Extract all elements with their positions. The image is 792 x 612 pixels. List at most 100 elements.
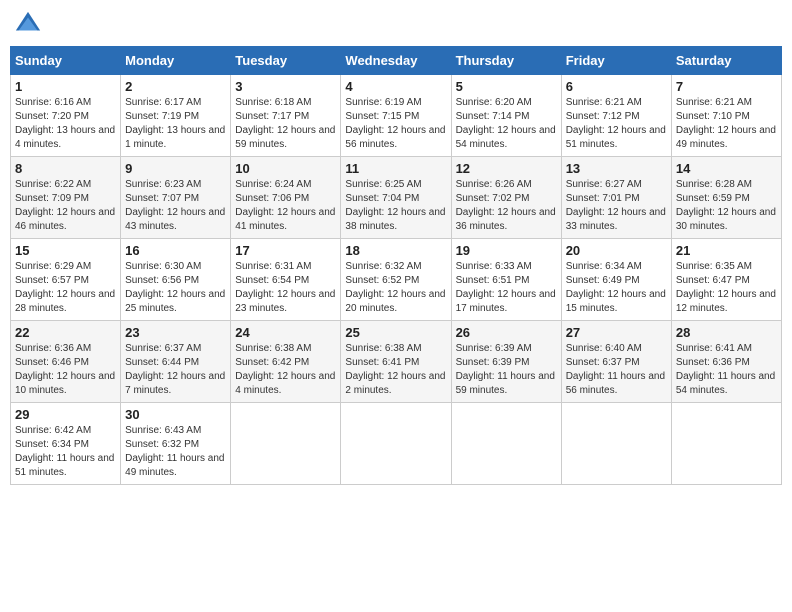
day-info: Sunrise: 6:42 AM Sunset: 6:34 PM Dayligh… <box>15 424 116 480</box>
daylight: Daylight: 12 hours and 56 minutes. <box>345 125 445 150</box>
sunrise: Sunrise: 6:35 AM <box>676 261 752 272</box>
day-number: 3 <box>235 79 336 94</box>
sunrise: Sunrise: 6:20 AM <box>456 97 532 108</box>
sunset: Sunset: 7:15 PM <box>345 111 419 122</box>
sunset: Sunset: 6:44 PM <box>125 357 199 368</box>
sunset: Sunset: 6:39 PM <box>456 357 530 368</box>
calendar-header-row: SundayMondayTuesdayWednesdayThursdayFrid… <box>11 47 782 75</box>
header-sunday: Sunday <box>11 47 121 75</box>
calendar-cell: 7 Sunrise: 6:21 AM Sunset: 7:10 PM Dayli… <box>671 75 781 157</box>
day-info: Sunrise: 6:27 AM Sunset: 7:01 PM Dayligh… <box>566 178 667 234</box>
sunset: Sunset: 7:04 PM <box>345 193 419 204</box>
calendar-cell: 25 Sunrise: 6:38 AM Sunset: 6:41 PM Dayl… <box>341 321 451 403</box>
daylight: Daylight: 12 hours and 46 minutes. <box>15 207 115 232</box>
sunrise: Sunrise: 6:33 AM <box>456 261 532 272</box>
calendar-table: SundayMondayTuesdayWednesdayThursdayFrid… <box>10 46 782 485</box>
sunrise: Sunrise: 6:34 AM <box>566 261 642 272</box>
day-info: Sunrise: 6:16 AM Sunset: 7:20 PM Dayligh… <box>15 96 116 152</box>
daylight: Daylight: 11 hours and 49 minutes. <box>125 453 224 478</box>
day-info: Sunrise: 6:28 AM Sunset: 6:59 PM Dayligh… <box>676 178 777 234</box>
sunrise: Sunrise: 6:17 AM <box>125 97 201 108</box>
day-number: 10 <box>235 161 336 176</box>
daylight: Daylight: 11 hours and 59 minutes. <box>456 371 555 396</box>
calendar-cell: 10 Sunrise: 6:24 AM Sunset: 7:06 PM Dayl… <box>231 157 341 239</box>
calendar-cell: 20 Sunrise: 6:34 AM Sunset: 6:49 PM Dayl… <box>561 239 671 321</box>
calendar-cell: 24 Sunrise: 6:38 AM Sunset: 6:42 PM Dayl… <box>231 321 341 403</box>
sunset: Sunset: 6:36 PM <box>676 357 750 368</box>
daylight: Daylight: 12 hours and 54 minutes. <box>456 125 556 150</box>
day-info: Sunrise: 6:22 AM Sunset: 7:09 PM Dayligh… <box>15 178 116 234</box>
day-info: Sunrise: 6:35 AM Sunset: 6:47 PM Dayligh… <box>676 260 777 316</box>
daylight: Daylight: 11 hours and 56 minutes. <box>566 371 665 396</box>
sunrise: Sunrise: 6:29 AM <box>15 261 91 272</box>
daylight: Daylight: 12 hours and 43 minutes. <box>125 207 225 232</box>
sunset: Sunset: 6:46 PM <box>15 357 89 368</box>
daylight: Daylight: 12 hours and 2 minutes. <box>345 371 445 396</box>
day-info: Sunrise: 6:18 AM Sunset: 7:17 PM Dayligh… <box>235 96 336 152</box>
sunset: Sunset: 7:12 PM <box>566 111 640 122</box>
day-number: 14 <box>676 161 777 176</box>
sunrise: Sunrise: 6:22 AM <box>15 179 91 190</box>
day-info: Sunrise: 6:24 AM Sunset: 7:06 PM Dayligh… <box>235 178 336 234</box>
day-number: 4 <box>345 79 446 94</box>
sunrise: Sunrise: 6:21 AM <box>676 97 752 108</box>
day-number: 30 <box>125 407 226 422</box>
daylight: Daylight: 12 hours and 41 minutes. <box>235 207 335 232</box>
sunset: Sunset: 7:10 PM <box>676 111 750 122</box>
day-info: Sunrise: 6:20 AM Sunset: 7:14 PM Dayligh… <box>456 96 557 152</box>
day-info: Sunrise: 6:25 AM Sunset: 7:04 PM Dayligh… <box>345 178 446 234</box>
sunrise: Sunrise: 6:26 AM <box>456 179 532 190</box>
day-info: Sunrise: 6:23 AM Sunset: 7:07 PM Dayligh… <box>125 178 226 234</box>
day-info: Sunrise: 6:37 AM Sunset: 6:44 PM Dayligh… <box>125 342 226 398</box>
calendar-week-1: 8 Sunrise: 6:22 AM Sunset: 7:09 PM Dayli… <box>11 157 782 239</box>
calendar-cell: 26 Sunrise: 6:39 AM Sunset: 6:39 PM Dayl… <box>451 321 561 403</box>
daylight: Daylight: 12 hours and 33 minutes. <box>566 207 666 232</box>
header-friday: Friday <box>561 47 671 75</box>
sunrise: Sunrise: 6:28 AM <box>676 179 752 190</box>
day-info: Sunrise: 6:40 AM Sunset: 6:37 PM Dayligh… <box>566 342 667 398</box>
day-number: 13 <box>566 161 667 176</box>
calendar-week-4: 29 Sunrise: 6:42 AM Sunset: 6:34 PM Dayl… <box>11 403 782 485</box>
sunrise: Sunrise: 6:37 AM <box>125 343 201 354</box>
sunset: Sunset: 6:51 PM <box>456 275 530 286</box>
daylight: Daylight: 12 hours and 20 minutes. <box>345 289 445 314</box>
daylight: Daylight: 11 hours and 51 minutes. <box>15 453 114 478</box>
calendar-cell: 16 Sunrise: 6:30 AM Sunset: 6:56 PM Dayl… <box>121 239 231 321</box>
sunset: Sunset: 6:34 PM <box>15 439 89 450</box>
day-number: 8 <box>15 161 116 176</box>
day-number: 24 <box>235 325 336 340</box>
daylight: Daylight: 12 hours and 36 minutes. <box>456 207 556 232</box>
daylight: Daylight: 13 hours and 1 minute. <box>125 125 225 150</box>
day-number: 23 <box>125 325 226 340</box>
page-header <box>10 10 782 38</box>
sunrise: Sunrise: 6:39 AM <box>456 343 532 354</box>
calendar-cell: 9 Sunrise: 6:23 AM Sunset: 7:07 PM Dayli… <box>121 157 231 239</box>
day-info: Sunrise: 6:32 AM Sunset: 6:52 PM Dayligh… <box>345 260 446 316</box>
day-info: Sunrise: 6:38 AM Sunset: 6:41 PM Dayligh… <box>345 342 446 398</box>
calendar-cell: 21 Sunrise: 6:35 AM Sunset: 6:47 PM Dayl… <box>671 239 781 321</box>
calendar-week-0: 1 Sunrise: 6:16 AM Sunset: 7:20 PM Dayli… <box>11 75 782 157</box>
day-number: 29 <box>15 407 116 422</box>
sunset: Sunset: 7:19 PM <box>125 111 199 122</box>
sunset: Sunset: 7:07 PM <box>125 193 199 204</box>
sunset: Sunset: 6:57 PM <box>15 275 89 286</box>
sunset: Sunset: 6:47 PM <box>676 275 750 286</box>
logo <box>14 10 46 38</box>
sunrise: Sunrise: 6:42 AM <box>15 425 91 436</box>
sunset: Sunset: 6:49 PM <box>566 275 640 286</box>
daylight: Daylight: 12 hours and 59 minutes. <box>235 125 335 150</box>
day-info: Sunrise: 6:29 AM Sunset: 6:57 PM Dayligh… <box>15 260 116 316</box>
sunrise: Sunrise: 6:27 AM <box>566 179 642 190</box>
daylight: Daylight: 12 hours and 7 minutes. <box>125 371 225 396</box>
sunset: Sunset: 7:17 PM <box>235 111 309 122</box>
daylight: Daylight: 12 hours and 38 minutes. <box>345 207 445 232</box>
calendar-cell: 22 Sunrise: 6:36 AM Sunset: 6:46 PM Dayl… <box>11 321 121 403</box>
day-info: Sunrise: 6:38 AM Sunset: 6:42 PM Dayligh… <box>235 342 336 398</box>
sunset: Sunset: 7:02 PM <box>456 193 530 204</box>
day-number: 18 <box>345 243 446 258</box>
day-info: Sunrise: 6:21 AM Sunset: 7:12 PM Dayligh… <box>566 96 667 152</box>
day-number: 12 <box>456 161 557 176</box>
calendar-cell <box>341 403 451 485</box>
sunset: Sunset: 6:54 PM <box>235 275 309 286</box>
day-number: 15 <box>15 243 116 258</box>
